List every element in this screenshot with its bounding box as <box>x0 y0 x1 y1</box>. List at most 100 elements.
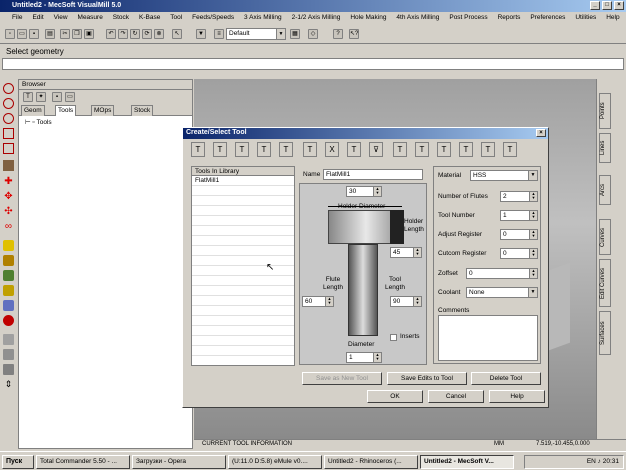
material-select[interactable]: HSS ▼ <box>470 170 538 181</box>
lollipop-tool-icon[interactable]: T <box>347 142 361 157</box>
cut-icon[interactable]: ✂ <box>60 29 70 39</box>
task-opera[interactable]: Загрузки - Opera <box>132 455 226 469</box>
task-emule[interactable]: (U:11.0 D:5.8) eMule v0.... <box>228 455 322 469</box>
menu-file[interactable]: File <box>12 14 22 21</box>
menu-help[interactable]: Help <box>606 14 619 21</box>
menu-3axis[interactable]: 3 Axis Milling <box>244 14 282 21</box>
coolant-select[interactable]: None ▼ <box>466 287 538 298</box>
taper-flat-tool-icon[interactable]: T <box>279 142 293 157</box>
countersink-tool-icon[interactable]: T <box>459 142 473 157</box>
task-visualmill[interactable]: Untitled2 - MecSoft V... <box>420 455 514 469</box>
close-button[interactable]: × <box>614 1 624 10</box>
paste-icon[interactable]: ▣ <box>84 29 94 39</box>
spinner-icon[interactable]: ▲ ▼ <box>373 187 381 196</box>
tab-points[interactable]: Points <box>599 93 611 129</box>
refresh-icon[interactable]: ⟳ <box>142 29 152 39</box>
save-icon[interactable]: ▪ <box>29 29 39 39</box>
filter-icon[interactable]: ▼ <box>196 29 206 39</box>
view-icon[interactable]: ◇ <box>308 29 318 39</box>
tab-mops[interactable]: MOps <box>91 105 115 116</box>
holder-diameter-input[interactable]: 30 ▲ ▼ <box>346 186 382 197</box>
wireframe-icon[interactable] <box>3 255 14 266</box>
menu-measure[interactable]: Measure <box>78 14 103 21</box>
reamer-tool-icon[interactable]: T <box>415 142 429 157</box>
spinner-icon[interactable]: ▲ ▼ <box>529 192 537 201</box>
menu-preferences[interactable]: Preferences <box>530 14 565 21</box>
spinner-icon[interactable]: ▲ ▼ <box>529 269 537 278</box>
inserts-checkbox[interactable] <box>390 334 397 341</box>
zoom-extents-icon[interactable] <box>3 128 14 139</box>
copy-icon[interactable]: ❐ <box>72 29 82 39</box>
tool-name-input[interactable]: FlatMill1 <box>323 169 423 180</box>
zoom-in-icon[interactable] <box>3 83 14 94</box>
pan-icon[interactable]: ✚ <box>3 176 14 187</box>
chevron-down-icon[interactable]: ▼ <box>528 171 537 180</box>
print-icon[interactable]: ▤ <box>45 29 55 39</box>
save-edits-button[interactable]: Save Edits to Tool <box>387 372 467 385</box>
adjust-register-input[interactable]: 0 ▲ ▼ <box>500 229 538 240</box>
start-button[interactable]: Пуск <box>2 455 34 469</box>
language-indicator[interactable]: EN <box>587 458 596 465</box>
layer-icon[interactable]: ≡ <box>214 29 224 39</box>
spinner-icon[interactable]: ▲ ▼ <box>529 230 537 239</box>
menu-stock[interactable]: Stock <box>113 14 129 21</box>
redo-icon[interactable]: ↷ <box>118 29 128 39</box>
regen-icon[interactable]: ↻ <box>130 29 140 39</box>
tool-number-input[interactable]: 1 ▲ ▼ <box>500 210 538 221</box>
counterbore-tool-icon[interactable]: T <box>481 142 495 157</box>
zoom-all-icon[interactable] <box>3 143 14 154</box>
dovetail-tool-icon[interactable]: X <box>325 142 339 157</box>
tab-arcs[interactable]: Arcs <box>599 175 611 205</box>
layer-properties-icon[interactable]: ▦ <box>290 29 300 39</box>
shade-icon[interactable] <box>3 240 14 251</box>
spinner-icon[interactable]: ▲ ▼ <box>529 249 537 258</box>
select-arrow-icon[interactable]: ↖ <box>172 29 182 39</box>
menu-post-process[interactable]: Post Process <box>449 14 487 21</box>
tab-geom[interactable]: Geom <box>21 105 45 116</box>
help-button[interactable]: Help <box>489 390 545 403</box>
rotate-icon[interactable]: ✥ <box>3 191 14 202</box>
layer-combo[interactable]: Default ▼ <box>226 28 286 40</box>
menu-kbase[interactable]: K-Base <box>139 14 160 21</box>
menu-edit[interactable]: Edit <box>32 14 43 21</box>
cutcom-register-input[interactable]: 0 ▲ ▼ <box>500 248 538 259</box>
flute-length-input[interactable]: 60 ▲ ▼ <box>302 296 334 307</box>
maximize-button[interactable]: □ <box>602 1 612 10</box>
chevron-down-icon[interactable]: ▼ <box>276 29 285 39</box>
comments-textarea[interactable] <box>438 315 538 361</box>
menu-4th-axis[interactable]: 4th Axis Milling <box>396 14 439 21</box>
tab-curves[interactable]: Curves <box>599 219 611 255</box>
menu-hole-making[interactable]: Hole Making <box>350 14 386 21</box>
render-icon[interactable] <box>3 300 14 311</box>
spinner-icon[interactable]: ▲ ▼ <box>373 353 381 362</box>
view-cube-icon[interactable] <box>3 160 14 171</box>
minimize-button[interactable]: _ <box>590 1 600 10</box>
zoom-window-icon[interactable] <box>3 113 14 124</box>
taper-ball-tool-icon[interactable]: T <box>303 142 317 157</box>
tool-save-icon[interactable]: ▪ <box>52 92 62 102</box>
menu-2half-axis[interactable]: 2-1/2 Axis Milling <box>292 14 341 21</box>
spinner-icon[interactable]: ▲ ▼ <box>413 248 421 257</box>
zoffset-input[interactable]: 0 ▲ ▼ <box>466 268 538 279</box>
diameter-input[interactable]: 1 ▲ ▼ <box>346 352 382 363</box>
menu-reports[interactable]: Reports <box>498 14 521 21</box>
move-icon[interactable]: ✣ <box>3 206 14 217</box>
tool-create-icon[interactable]: ✦ <box>36 92 46 102</box>
flutes-input[interactable]: 2 ▲ ▼ <box>500 191 538 202</box>
menu-view[interactable]: View <box>54 14 68 21</box>
tab-surfaces[interactable]: Surfaces <box>599 311 611 355</box>
corner-radius-tool-icon[interactable]: T <box>235 142 249 157</box>
bore-tool-icon[interactable]: T <box>437 142 451 157</box>
tap-tool-icon[interactable]: T <box>393 142 407 157</box>
drill-tool-icon[interactable]: ⊽ <box>369 142 383 157</box>
spinner-icon[interactable]: ▲ ▼ <box>529 211 537 220</box>
tab-edit-curves[interactable]: Edit Curves <box>599 259 611 307</box>
task-rhinoceros[interactable]: Untitled2 - Rhinoceros (... <box>324 455 418 469</box>
command-input[interactable] <box>2 58 624 70</box>
stock-icon[interactable] <box>3 315 14 326</box>
cancel-button[interactable]: Cancel <box>428 390 484 403</box>
spinner-icon[interactable]: ▲ ▼ <box>325 297 333 306</box>
tool-length-input[interactable]: 90 ▲ ▼ <box>390 296 422 307</box>
center-drill-tool-icon[interactable]: T <box>503 142 517 157</box>
task-total-commander[interactable]: Total Commander 5.50 - ... <box>36 455 130 469</box>
